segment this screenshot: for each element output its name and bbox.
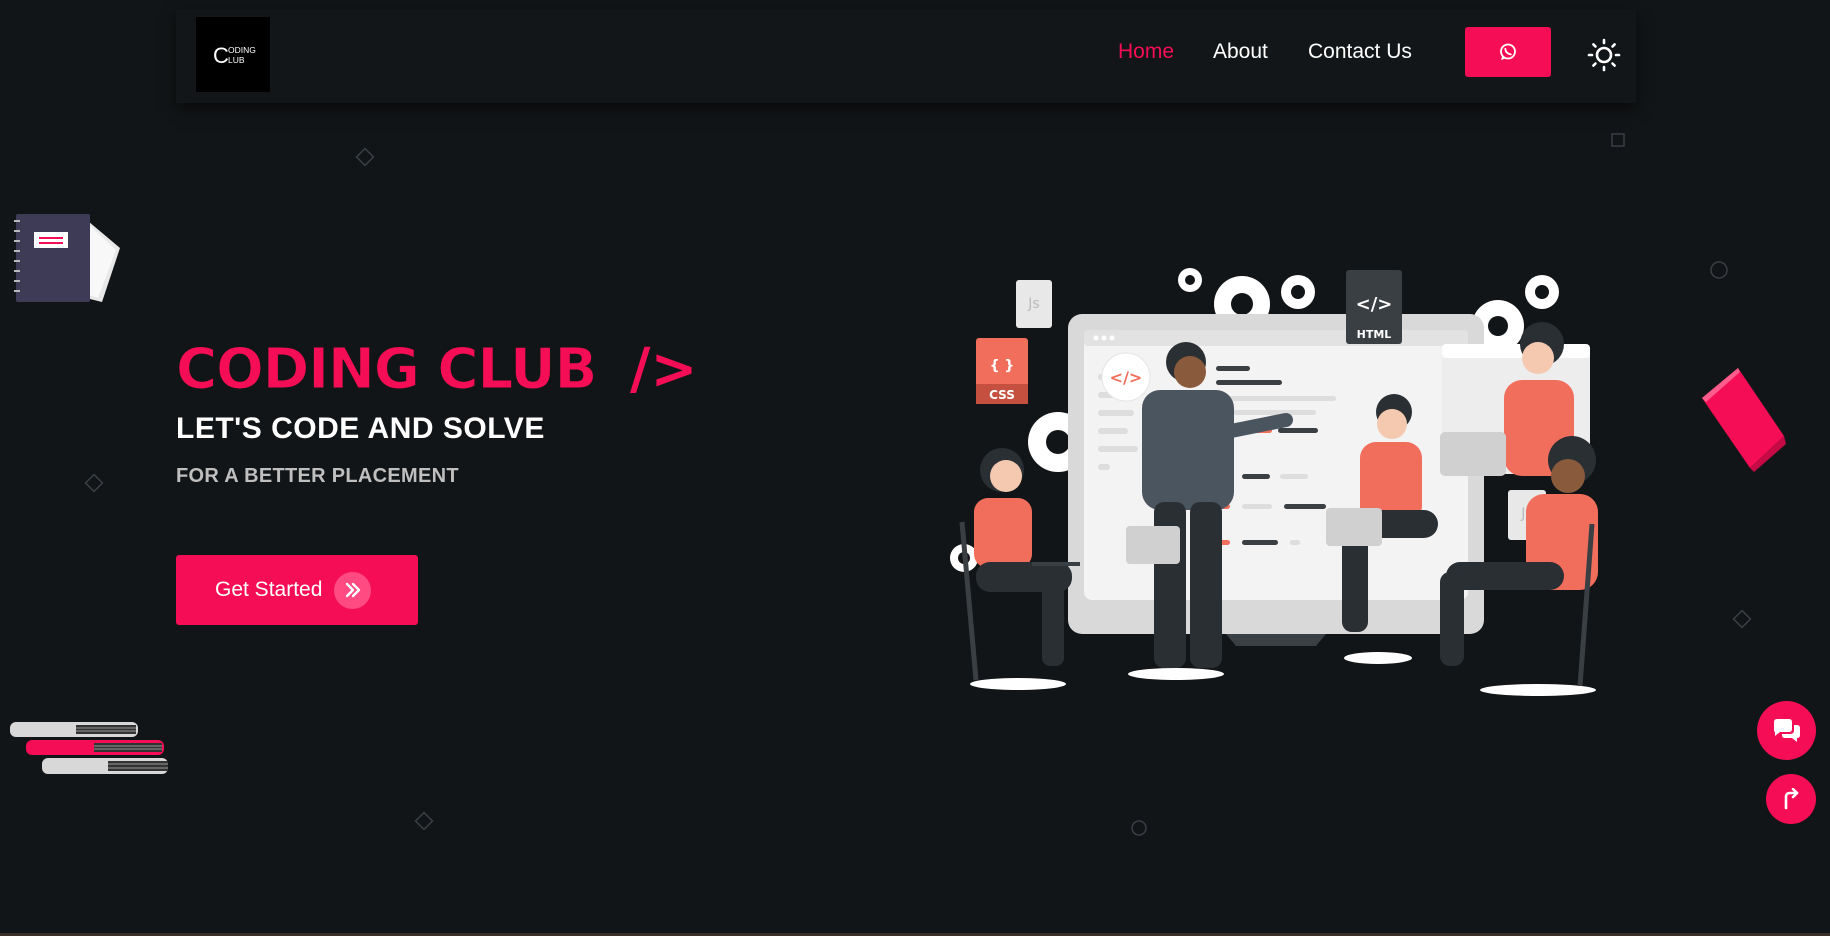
nav-link-home[interactable]: Home — [1118, 40, 1174, 64]
hero-subtitle: LET'S CODE AND SOLVE — [176, 412, 545, 445]
diamond-shape — [84, 473, 104, 493]
svg-text:HTML: HTML — [1357, 328, 1392, 341]
team-coding-illustration: </> Js { } CSS </> HTML Js — [950, 268, 1598, 696]
hero-tagline: FOR A BETTER PLACEMENT — [176, 465, 459, 487]
hero-title-text: CODING CLUB — [176, 337, 596, 400]
svg-text:LUB: LUB — [228, 55, 245, 65]
svg-text:C: C — [213, 43, 229, 68]
get-started-label: Get Started — [215, 578, 323, 601]
js-file-icon: Js — [1016, 280, 1052, 328]
circle-shape — [1131, 820, 1147, 836]
double-chevron-right-icon — [334, 571, 372, 609]
svg-text:CSS: CSS — [989, 388, 1015, 402]
svg-text:</>: </> — [1110, 368, 1143, 387]
svg-text:{ }: { } — [990, 358, 1015, 374]
arrow-up-icon — [1784, 788, 1799, 810]
get-started-button[interactable]: Get Started — [176, 555, 418, 625]
svg-text:ODING: ODING — [228, 45, 256, 55]
chat-icon — [1773, 718, 1800, 742]
scroll-to-top-button[interactable] — [1766, 774, 1816, 824]
diamond-shape — [355, 147, 375, 167]
club-logo[interactable]: C ODING LUB — [196, 17, 270, 92]
whatsapp-icon — [1500, 43, 1516, 60]
whatsapp-button[interactable] — [1465, 27, 1551, 77]
hero-title: CODING CLUB /> — [176, 337, 697, 401]
html-file-icon: </> HTML — [1346, 270, 1402, 344]
logo-mark: C ODING LUB — [213, 43, 256, 68]
nav-link-about[interactable]: About — [1213, 40, 1268, 64]
book-graphic — [1702, 368, 1786, 472]
theme-toggle[interactable] — [1587, 38, 1621, 72]
svg-text:</>: </> — [1356, 294, 1393, 315]
notebook-graphic — [14, 214, 120, 302]
sun-icon — [1587, 38, 1621, 72]
diamond-shape — [1732, 609, 1752, 629]
square-shape — [1611, 133, 1625, 147]
nav-link-contact-us[interactable]: Contact Us — [1308, 40, 1412, 64]
chat-button[interactable] — [1757, 701, 1816, 760]
navbar: C ODING LUB Home About Contact Us — [176, 9, 1636, 103]
diamond-shape — [414, 811, 434, 831]
css-file-icon: { } CSS — [976, 338, 1028, 404]
hero-title-symbol: /> — [630, 337, 697, 400]
stacked-books-graphic — [10, 722, 168, 774]
circle-shape — [1710, 261, 1728, 279]
svg-text:Js: Js — [1027, 296, 1039, 312]
